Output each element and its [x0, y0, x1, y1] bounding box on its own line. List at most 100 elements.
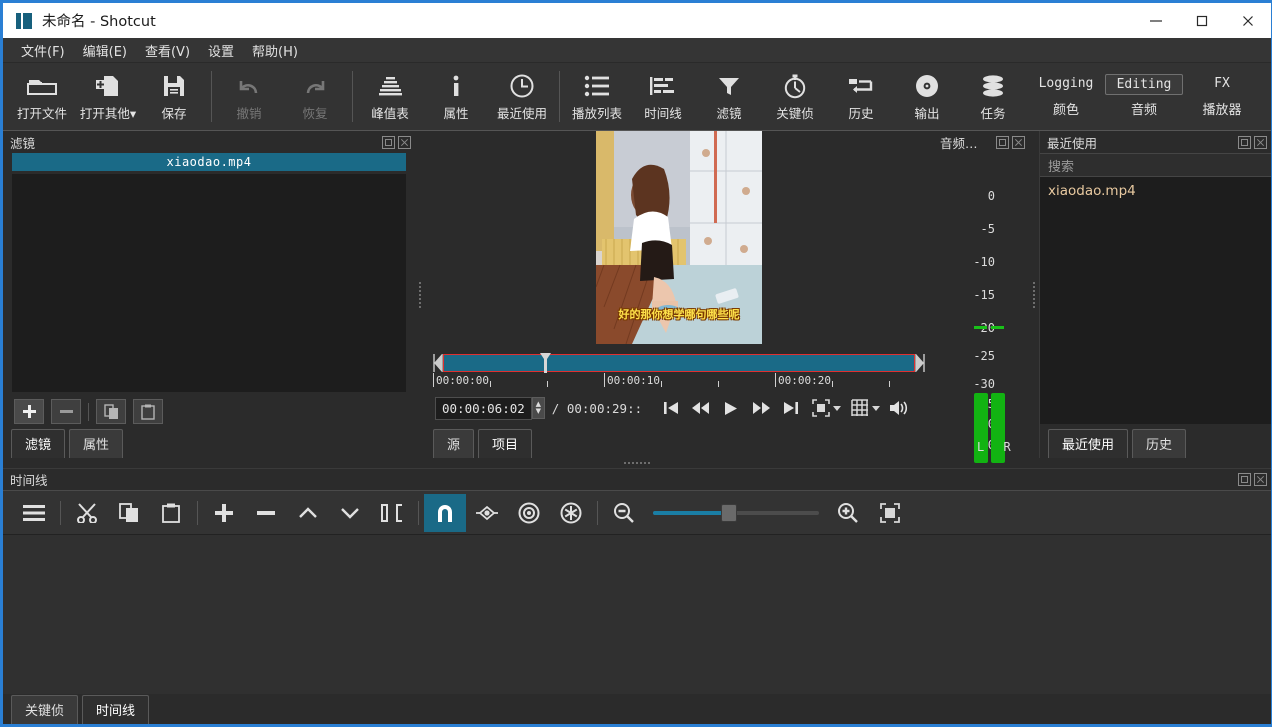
list-item[interactable]: xiaodao.mp4	[1048, 183, 1271, 199]
timeline-zoom-slider[interactable]	[653, 499, 819, 527]
toolbar-save[interactable]: 保存	[141, 63, 207, 130]
splitter-meter-recent[interactable]	[1029, 131, 1039, 458]
zoom-menu-chevron-down-icon[interactable]	[833, 406, 841, 411]
toolbar-filters[interactable]: 滤镜	[696, 63, 762, 130]
tab-filters[interactable]: 滤镜	[11, 429, 65, 458]
play-button[interactable]	[716, 396, 746, 420]
toolbar-keyframes[interactable]: 关键侦	[762, 63, 828, 130]
zoom-slider-handle[interactable]	[721, 504, 737, 522]
ripple-all-tracks-toggle[interactable]	[550, 494, 592, 532]
menu-file[interactable]: 文件(F)	[12, 39, 74, 62]
skip-to-start-button[interactable]	[656, 396, 686, 420]
toolbar-jobs[interactable]: 任务	[960, 63, 1026, 130]
toolbar-separator	[197, 501, 198, 525]
tab-source[interactable]: 源	[433, 429, 474, 458]
toolbar-timeline[interactable]: 时间线	[630, 63, 696, 130]
tab-timeline[interactable]: 时间线	[82, 695, 149, 724]
toolbar-undo[interactable]: 撤销	[216, 63, 282, 130]
float-icon[interactable]	[382, 136, 395, 149]
float-icon[interactable]	[1238, 473, 1251, 486]
toolbar-export[interactable]: 输出	[894, 63, 960, 130]
menu-settings[interactable]: 设置	[199, 39, 243, 62]
layout-editing[interactable]: Editing	[1105, 74, 1183, 95]
toolbar-properties[interactable]: 属性	[423, 63, 489, 130]
copy-filters-button[interactable]	[96, 399, 126, 424]
overwrite-button[interactable]	[329, 494, 371, 532]
timeline-menu-button[interactable]	[13, 494, 55, 532]
remove-filter-button[interactable]	[51, 399, 81, 424]
tab-recent[interactable]: 最近使用	[1048, 429, 1128, 458]
toolbar-redo[interactable]: 恢复	[282, 63, 348, 130]
toolbar-open-other[interactable]: 打开其他▾	[75, 63, 141, 130]
split-button[interactable]	[371, 494, 413, 532]
tab-keyframes[interactable]: 关键侦	[11, 695, 78, 724]
zoom-fit-button[interactable]	[806, 396, 836, 420]
tab-project[interactable]: 项目	[478, 429, 532, 458]
current-position-field[interactable]: 00:00:06:02	[435, 397, 532, 420]
close-button[interactable]	[1225, 3, 1271, 38]
close-icon[interactable]	[398, 136, 411, 149]
grid-button[interactable]	[845, 396, 875, 420]
layout-color[interactable]: 颜色	[1027, 97, 1105, 120]
toolbar-recent[interactable]: 最近使用	[489, 63, 555, 130]
timeline-tracks-area[interactable]	[3, 534, 1271, 694]
snap-toggle[interactable]	[424, 494, 466, 532]
volume-button[interactable]	[884, 396, 914, 420]
position-stepper[interactable]: ▲▼	[532, 397, 545, 419]
toolbar-open-file[interactable]: 打开文件	[9, 63, 75, 130]
layout-logging[interactable]: Logging	[1027, 74, 1105, 95]
paste-button[interactable]	[150, 494, 192, 532]
close-icon[interactable]	[1012, 136, 1025, 149]
float-icon[interactable]	[996, 136, 1009, 149]
open-folder-icon	[27, 72, 57, 100]
toolbar-label: 打开文件	[17, 103, 67, 122]
cut-button[interactable]	[66, 494, 108, 532]
scrubber-bar[interactable]	[443, 354, 915, 372]
paste-filters-button[interactable]	[133, 399, 163, 424]
menu-edit[interactable]: 编辑(E)	[74, 39, 136, 62]
splitter-horizontal[interactable]	[3, 458, 1271, 468]
layout-player[interactable]: 播放器	[1183, 97, 1261, 120]
video-preview[interactable]: 好的那你想学哪句哪些呢	[425, 131, 933, 352]
tab-history[interactable]: 历史	[1132, 429, 1186, 458]
trim-in-marker[interactable]	[433, 354, 443, 372]
layout-fx[interactable]: FX	[1183, 74, 1261, 95]
skip-to-end-button[interactable]	[776, 396, 806, 420]
splitter-filters-player[interactable]	[415, 131, 425, 458]
grid-menu-chevron-down-icon[interactable]	[872, 406, 880, 411]
close-icon[interactable]	[1254, 136, 1267, 149]
zoom-fit-button[interactable]	[869, 494, 911, 532]
minimize-button[interactable]	[1133, 3, 1179, 38]
menu-view[interactable]: 查看(V)	[136, 39, 199, 62]
playhead-marker[interactable]	[540, 353, 551, 373]
scrub-while-dragging-toggle[interactable]	[466, 494, 508, 532]
recent-search-input[interactable]: 搜索	[1040, 153, 1271, 177]
tab-properties[interactable]: 属性	[69, 429, 123, 458]
close-icon[interactable]	[1254, 473, 1267, 486]
trim-out-marker[interactable]	[915, 354, 925, 372]
ripple-toggle[interactable]	[508, 494, 550, 532]
time-ruler[interactable]: 00:00:00 00:00:10 00:00:20	[433, 373, 925, 392]
fast-forward-button[interactable]	[746, 396, 776, 420]
append-button[interactable]	[203, 494, 245, 532]
filters-list[interactable]	[12, 174, 406, 392]
zoom-out-button[interactable]	[603, 494, 645, 532]
toolbar-peak-meter[interactable]: 峰值表	[357, 63, 423, 130]
zoom-in-button[interactable]	[827, 494, 869, 532]
maximize-button[interactable]	[1179, 3, 1225, 38]
lift-button[interactable]	[287, 494, 329, 532]
float-icon[interactable]	[1238, 136, 1251, 149]
toolbar-playlist[interactable]: 播放列表	[564, 63, 630, 130]
add-filter-button[interactable]	[14, 399, 44, 424]
rewind-button[interactable]	[686, 396, 716, 420]
layout-audio[interactable]: 音频	[1105, 97, 1183, 120]
layout-row-1: Logging Editing FX	[1027, 74, 1261, 95]
toolbar-history[interactable]: 历史	[828, 63, 894, 130]
player-scrubber: 00:00:00 00:00:10 00:00:20	[425, 352, 933, 392]
ripple-delete-button[interactable]	[245, 494, 287, 532]
menu-help[interactable]: 帮助(H)	[243, 39, 307, 62]
meter-peak-left	[974, 326, 987, 329]
recent-list[interactable]: xiaodao.mp4	[1040, 177, 1271, 424]
copy-button[interactable]	[108, 494, 150, 532]
meter-scale-1: -5	[981, 222, 995, 236]
